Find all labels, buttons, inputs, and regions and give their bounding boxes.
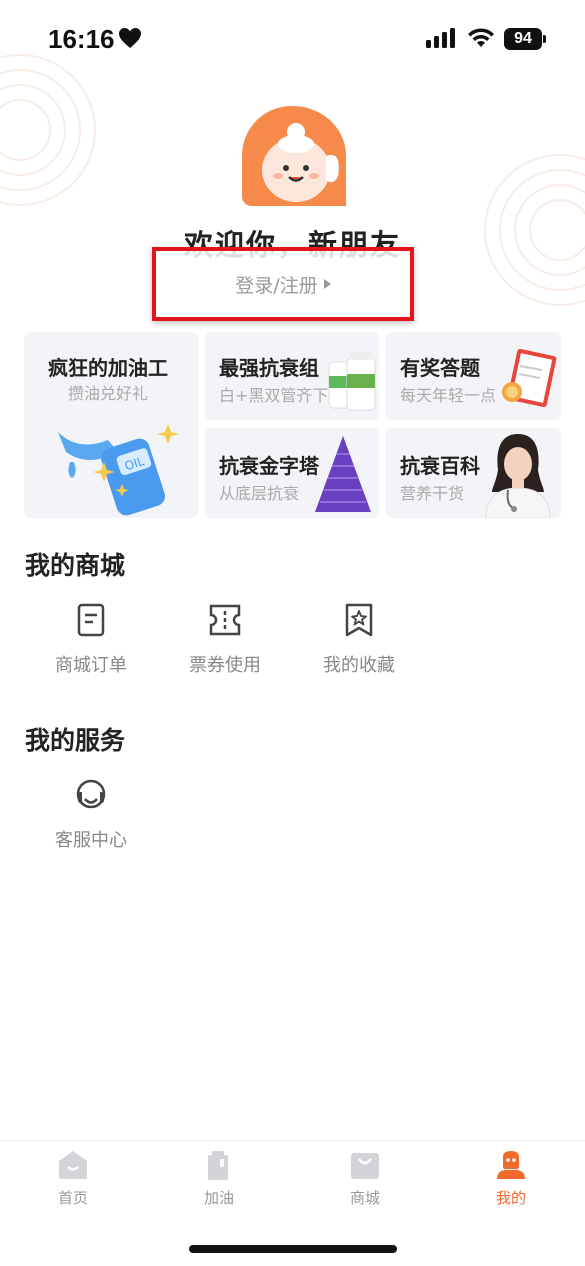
promo-subtitle: 白+黑双管齐下 <box>219 386 329 405</box>
status-time: 16:16 <box>48 24 115 54</box>
pyramid-icon <box>315 436 371 512</box>
oil-nozzle-icon: OIL <box>58 424 179 516</box>
headset-icon <box>76 779 106 809</box>
shop-bag-icon <box>351 1153 379 1179</box>
promo-subtitle: 从底层抗衰 <box>219 484 300 503</box>
menu-label: 客服中心 <box>55 830 127 851</box>
promo-title: 抗衰金字塔 <box>219 454 319 478</box>
promo-title: 疯狂的加油工 <box>48 356 168 380</box>
menu-label: 商城订单 <box>55 655 127 676</box>
ticket-icon <box>209 604 241 636</box>
promo-card-oil-worker[interactable]: 疯狂的加油工 攒油兑好礼 OIL <box>24 332 198 518</box>
doctor-icon <box>485 434 551 518</box>
favorite-icon <box>345 603 373 637</box>
quiz-clipboard-icon <box>502 348 557 408</box>
promo-title: 最强抗衰组 <box>219 356 319 380</box>
mall-section-title: 我的商城 <box>25 551 126 580</box>
avatar[interactable] <box>242 106 346 206</box>
service-section-title: 我的服务 <box>25 726 126 755</box>
tab-mall[interactable]: 商城 <box>315 1149 415 1208</box>
promo-card-anti-aging-set[interactable]: 最强抗衰组 白+黑双管齐下 <box>205 332 379 420</box>
caret-right-icon <box>323 279 331 289</box>
cellular-signal-icon <box>426 28 455 48</box>
heart-icon <box>119 28 141 48</box>
promo-card-encyclopedia[interactable]: 抗衰百科 营养干货 <box>386 428 561 518</box>
mall-orders-button[interactable]: 商城订单 <box>24 603 158 677</box>
login-register-label: 登录/注册 <box>235 274 318 297</box>
battery-level: 94 <box>504 28 542 50</box>
promo-subtitle: 每天年轻一点 <box>400 386 497 405</box>
tab-label: 首页 <box>57 1189 88 1207</box>
tab-label: 商城 <box>349 1189 380 1207</box>
login-register-link[interactable]: 登录/注册 <box>152 247 414 321</box>
customer-service-button[interactable]: 客服中心 <box>24 778 158 852</box>
wifi-icon <box>468 28 494 47</box>
promo-subtitle: 营养干货 <box>400 484 465 503</box>
promo-title: 抗衰百科 <box>400 454 480 478</box>
my-favorites-button[interactable]: 我的收藏 <box>292 603 426 677</box>
menu-label: 我的收藏 <box>323 655 395 676</box>
promo-card-pyramid[interactable]: 抗衰金字塔 从底层抗衰 <box>205 428 379 518</box>
home-icon <box>59 1151 87 1179</box>
battery-cap <box>543 35 546 43</box>
promo-subtitle: 攒油兑好礼 <box>68 384 149 403</box>
tab-label: 加油 <box>203 1189 234 1207</box>
home-indicator[interactable] <box>189 1245 397 1253</box>
order-icon <box>77 603 105 637</box>
profile-icon <box>497 1151 525 1179</box>
ticket-usage-button[interactable]: 票券使用 <box>158 603 292 677</box>
status-bar: 16:16 94 <box>0 0 585 80</box>
fuel-icon <box>208 1151 228 1180</box>
supplement-bottles-icon <box>328 352 376 411</box>
tab-home[interactable]: 首页 <box>23 1149 123 1208</box>
tab-label: 我的 <box>495 1189 526 1207</box>
menu-label: 票券使用 <box>189 655 261 676</box>
promo-title: 有奖答题 <box>400 356 480 380</box>
tab-fuel[interactable]: 加油 <box>169 1149 269 1208</box>
promo-card-quiz[interactable]: 有奖答题 每天年轻一点 <box>386 332 561 420</box>
tab-profile[interactable]: 我的 <box>461 1149 561 1208</box>
